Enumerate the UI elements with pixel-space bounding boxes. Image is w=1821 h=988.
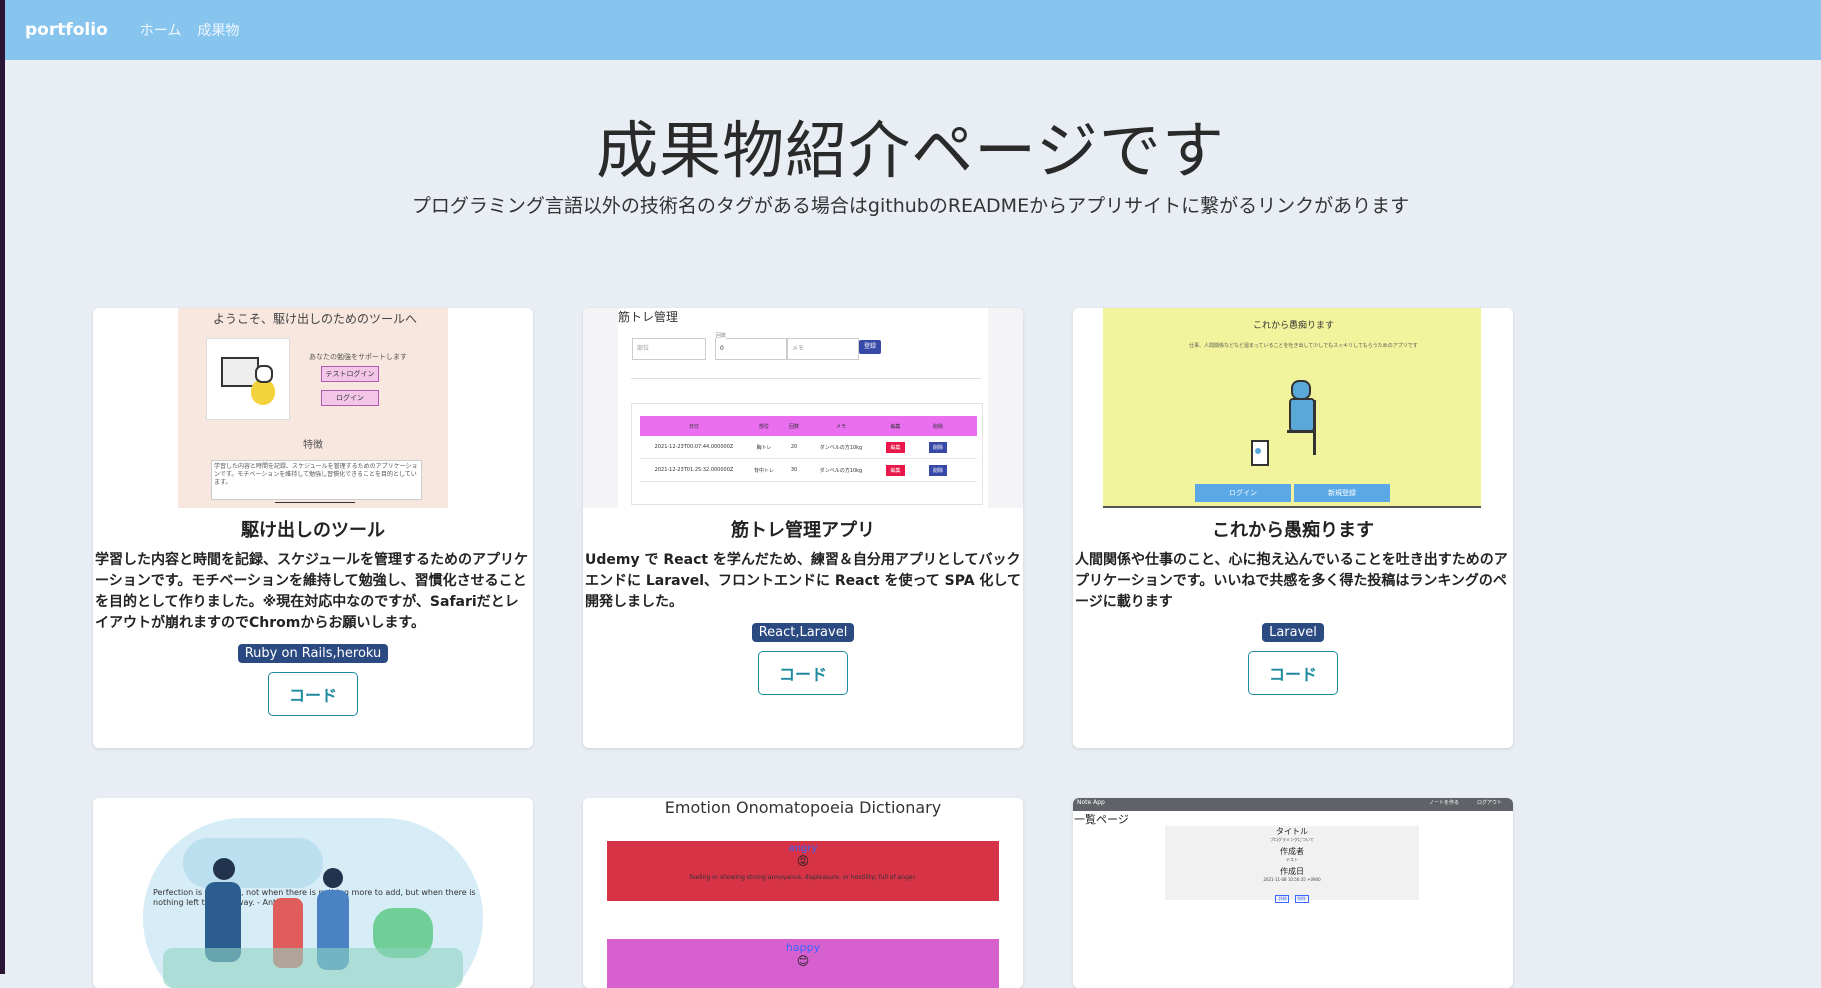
thumb-table-header-cell: 編集 bbox=[890, 423, 901, 430]
thumb-table-cell: 削除 bbox=[917, 441, 959, 453]
thumb-login-button: ログイン bbox=[321, 390, 379, 406]
thumb-band1-title: angry bbox=[788, 843, 818, 854]
card-thumbnail: Note App ノートを作る ログアウト 一覧ページ タイトル プログラミング… bbox=[1073, 798, 1513, 988]
card-description: Udemy で React を学んだため、練習＆自分用アプリとしてバックエンドに… bbox=[585, 552, 1021, 610]
page-subtitle: プログラミング言語以外の技術名のタグがある場合はgithubのREADMEからア… bbox=[411, 195, 1410, 217]
work-card-3: これから愚痴ります 仕事、人間関係などなど溜まっていることを吐き出して少しでもス… bbox=[1073, 308, 1513, 748]
thumb-subtext: 仕事、人間関係などなど溜まっていることを吐き出して少しでもスッキリしてもらうため… bbox=[1189, 343, 1418, 349]
tech-tag: React,Laravel bbox=[751, 623, 855, 642]
card-thumbnail: これから愚痴ります 仕事、人間関係などなど溜まっていることを吐き出して少しでもス… bbox=[1073, 308, 1513, 508]
thumb-delete-button: 削除 bbox=[1294, 895, 1309, 903]
thumb-band1-emoji: 😡 bbox=[796, 854, 810, 868]
thumb-detail-button: 詳細 bbox=[1275, 895, 1290, 903]
work-card-2: 筋トレ管理 部位 0 回数 メモ 登録 日付 部位 回数 メモ 編集 削除 2021-12-… bbox=[583, 308, 1023, 748]
thumb-label-author: 作成者 bbox=[1280, 847, 1304, 856]
thumb-heading: これから愚痴ります bbox=[1253, 321, 1335, 331]
work-card-6: Note App ノートを作る ログアウト 一覧ページ タイトル プログラミング… bbox=[1073, 798, 1513, 988]
thumb-table: 日付 部位 回数 メモ 編集 削除 2021-12-23T00:07:44.000000Z 胸… bbox=[640, 416, 977, 482]
thumb-heading: 筋トレ管理 bbox=[618, 310, 679, 324]
thumb-nav-create: ノートを作る bbox=[1429, 800, 1460, 806]
code-button[interactable]: コード bbox=[757, 651, 848, 695]
thumb-login-button: ログイン bbox=[1195, 484, 1291, 502]
thumb-table-cell: 2021-12-23T00:07:44.000000Z bbox=[654, 444, 734, 450]
thumb-table-row: 2021-12-23T01:25:32.000000Z 背中トレ 30 ダンベルの方1… bbox=[640, 459, 977, 482]
nav-link-works[interactable]: 成果物 bbox=[197, 20, 239, 40]
thumb-table-header-cell: 部位 bbox=[758, 423, 769, 430]
thumb-band2-emoji: 😊 bbox=[796, 954, 810, 968]
tech-tag: Ruby on Rails,heroku bbox=[237, 644, 389, 663]
thumb-table-cell: ダンベルの方10kg bbox=[819, 467, 863, 474]
thumb-date-value: 2021-11-08 10:56:35 +0900 bbox=[1263, 877, 1321, 882]
card-title: これから愚痴ります bbox=[1212, 520, 1374, 541]
thumb-submit-button: 登録 bbox=[859, 340, 881, 354]
thumb-app-name: Note App bbox=[1077, 799, 1105, 806]
thumb-input-count-label: 回数 bbox=[716, 332, 727, 339]
card-thumbnail: 筋トレ管理 部位 0 回数 メモ 登録 日付 部位 回数 メモ 編集 削除 2021-12-… bbox=[583, 308, 1023, 508]
navbar: portfolio ホーム 成果物 bbox=[5, 0, 1821, 60]
thumb-nav-logout: ログアウト bbox=[1477, 800, 1503, 806]
thumb-input-part: 部位 bbox=[632, 338, 706, 360]
thumb-table-cell: ダンベルの方10kg bbox=[819, 444, 863, 451]
thumb-page-heading: 一覧ページ bbox=[1074, 813, 1129, 826]
thumb-table-cell: 削除 bbox=[917, 464, 959, 476]
page-title: 成果物紹介ページです bbox=[596, 114, 1225, 187]
thumb-table-cell: 20 bbox=[790, 444, 798, 450]
code-button[interactable]: コード bbox=[1247, 651, 1338, 695]
thumb-table-header-cell: 回数 bbox=[788, 423, 799, 430]
thumb-table-cell: 編集 bbox=[874, 464, 917, 476]
thumb-band1-text: feeling or showing strong annoyance, dis… bbox=[689, 874, 917, 881]
card-title: 筋トレ管理アプリ bbox=[731, 520, 875, 541]
work-card-1: ようこそ、駆け出しのためのツールへ あなたの勉強をサポートします テストログイン… bbox=[93, 308, 533, 748]
card-title: 駆け出しのツール bbox=[241, 520, 385, 541]
tech-tag: Laravel bbox=[1262, 623, 1324, 642]
thumb-table-cell: 30 bbox=[790, 467, 798, 473]
thumb-input-memo: メモ bbox=[787, 338, 859, 360]
thumb-band2-title: happy bbox=[785, 941, 821, 954]
thumb-register-button: 新規登録 bbox=[1294, 484, 1390, 502]
card-thumbnail: ようこそ、駆け出しのためのツールへ あなたの勉強をサポートします テストログイン… bbox=[93, 308, 533, 508]
thumb-input-count: 0 bbox=[715, 338, 787, 360]
thumb-label-date: 作成日 bbox=[1280, 867, 1304, 876]
code-button[interactable]: コード bbox=[267, 672, 358, 716]
thumb-label-title: タイトル bbox=[1276, 827, 1308, 836]
nav-link-home[interactable]: ホーム bbox=[140, 20, 182, 40]
thumb-table-header-cell: 日付 bbox=[688, 423, 699, 430]
card-description: 人間関係や仕事のこと、心に抱え込んでいることを吐き出すためのアプリケーションです… bbox=[1075, 552, 1508, 610]
thumb-author-value: テスト bbox=[1286, 857, 1298, 862]
thumb-heading: ようこそ、駆け出しのためのツールへ bbox=[213, 312, 418, 326]
thumb-table-header: 日付 部位 回数 メモ 編集 削除 bbox=[640, 416, 977, 436]
work-card-4: Perfection is achieved, not when there i… bbox=[93, 798, 533, 988]
brand-link[interactable]: portfolio bbox=[25, 20, 108, 40]
work-card-5: Emotion Onomatopoeia Dictionary angry 😡 … bbox=[583, 798, 1023, 988]
thumb-table-header-cell: 削除 bbox=[932, 423, 943, 430]
thumb-title-value: プログラミングについて bbox=[1270, 837, 1314, 842]
thumb-table-cell: 編集 bbox=[874, 441, 917, 453]
thumb-heading: Emotion Onomatopoeia Dictionary bbox=[664, 798, 942, 817]
thumb-table-cell: 2021-12-23T01:25:32.000000Z bbox=[654, 467, 734, 473]
thumb-table-cell: 背中トレ bbox=[753, 467, 774, 474]
illustration-image bbox=[206, 338, 290, 420]
card-description: 学習した内容と時間を記録、スケジュールを管理するためのアプリケーションです。モチ… bbox=[95, 552, 529, 631]
thumb-test-login-button: テストログイン bbox=[321, 366, 379, 382]
thumb-support-text: あなたの勉強をサポートします bbox=[309, 353, 407, 361]
card-thumbnail: Emotion Onomatopoeia Dictionary angry 😡 … bbox=[583, 798, 1023, 988]
thumb-table-row: 2021-12-23T00:07:44.000000Z 胸トレ 20 ダンベルの方10… bbox=[640, 436, 977, 459]
illustration-image bbox=[1251, 370, 1341, 470]
thumb-table-header-cell: メモ bbox=[835, 423, 846, 430]
card-thumbnail: Perfection is achieved, not when there i… bbox=[93, 798, 533, 988]
thumb-feature-heading: 特徴 bbox=[303, 440, 323, 451]
thumb-feature-text: 学習した内容と時間を記録、スケジュールを管理するためのアプリケーションです。モチ… bbox=[211, 460, 422, 500]
thumb-table-cell: 胸トレ bbox=[756, 444, 772, 451]
